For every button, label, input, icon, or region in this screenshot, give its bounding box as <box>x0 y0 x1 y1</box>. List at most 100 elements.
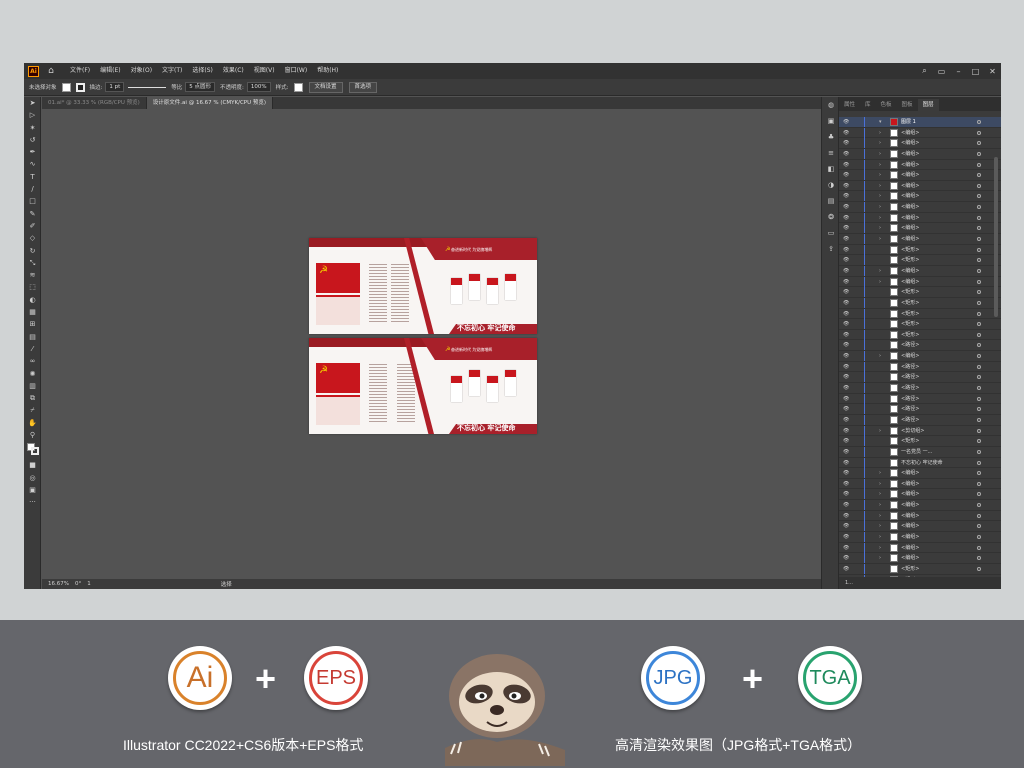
expand-arrow-icon[interactable]: › <box>879 521 881 531</box>
layer-row[interactable]: 👁 › <编组> <box>839 148 1001 160</box>
layers-scrollbar[interactable] <box>994 157 998 317</box>
target-circle-icon[interactable] <box>977 407 981 412</box>
target-circle-icon[interactable] <box>977 247 981 252</box>
layer-name[interactable]: <编组> <box>901 543 919 553</box>
curvature-tool-icon[interactable]: ∿ <box>24 158 41 170</box>
visibility-eye-icon[interactable]: 👁 <box>843 117 849 127</box>
style-swatch[interactable] <box>293 82 303 92</box>
artboard-tool-icon[interactable]: ⧉ <box>24 392 41 404</box>
align-icon[interactable]: ≡ <box>822 145 840 161</box>
menu-window[interactable]: 窗口(W) <box>280 63 313 79</box>
menu-select[interactable]: 选择(S) <box>187 63 218 79</box>
layer-name[interactable]: <矩形> <box>901 436 919 446</box>
shaper-tool-icon[interactable]: ✐ <box>24 220 41 232</box>
visibility-eye-icon[interactable]: 👁 <box>843 415 849 425</box>
layer-row[interactable]: 👁 <路径> <box>839 414 1001 426</box>
layer-name[interactable]: <编组> <box>901 532 919 542</box>
mesh-tool-icon[interactable]: ⊞ <box>24 318 41 330</box>
visibility-eye-icon[interactable]: 👁 <box>843 191 849 201</box>
layer-name[interactable]: <编组> <box>901 479 919 489</box>
artboard-1[interactable]: ☭ 奋进新时代 为党旗增辉 不忘初心 牢记使命 <box>309 238 537 334</box>
expand-arrow-icon[interactable]: › <box>879 426 881 436</box>
target-circle-icon[interactable] <box>977 534 981 539</box>
visibility-eye-icon[interactable]: 👁 <box>843 426 849 436</box>
layer-row[interactable]: 👁 <矩形> <box>839 297 1001 309</box>
visibility-eye-icon[interactable]: 👁 <box>843 266 849 276</box>
layer-name[interactable]: <编组> <box>901 170 919 180</box>
layer-row[interactable]: 👁 一名党员 一... <box>839 446 1001 458</box>
pen-tool-icon[interactable]: ✒ <box>24 146 41 158</box>
target-circle-icon[interactable] <box>977 460 981 465</box>
visibility-eye-icon[interactable]: 👁 <box>843 436 849 446</box>
layer-name[interactable]: <编组> <box>901 500 919 510</box>
target-circle-icon[interactable] <box>977 417 981 422</box>
layer-row[interactable]: 👁 › <编组> <box>839 202 1001 213</box>
expand-arrow-icon[interactable]: › <box>879 532 881 542</box>
target-circle-icon[interactable] <box>977 354 981 359</box>
selection-tool-icon[interactable]: ➤ <box>24 97 41 109</box>
visibility-eye-icon[interactable]: 👁 <box>843 521 849 531</box>
visibility-eye-icon[interactable]: 👁 <box>843 202 849 212</box>
layer-name[interactable]: 一名党员 一... <box>901 447 932 457</box>
visibility-eye-icon[interactable]: 👁 <box>843 128 849 138</box>
artboard-page[interactable]: 1 <box>87 581 91 587</box>
hand-tool-icon[interactable]: ✋ <box>24 417 41 429</box>
color-guide-icon[interactable]: ❂ <box>822 209 840 225</box>
scale-tool-icon[interactable]: ⤡ <box>24 257 41 269</box>
target-circle-icon[interactable] <box>977 503 981 508</box>
lasso-icon[interactable]: ↺ <box>24 134 41 146</box>
layer-row[interactable]: 👁 › <编组> <box>839 212 1001 224</box>
appearance-icon[interactable]: ◍ <box>822 97 840 113</box>
layer-row[interactable]: 👁 <矩形> <box>839 308 1001 320</box>
visibility-eye-icon[interactable]: 👁 <box>843 351 849 361</box>
visibility-eye-icon[interactable]: 👁 <box>843 447 849 457</box>
expand-arrow-icon[interactable]: › <box>879 553 881 563</box>
expand-arrow-icon[interactable]: › <box>879 234 881 244</box>
pathfinder-icon[interactable]: ◧ <box>822 161 840 177</box>
layer-name[interactable]: <路径> <box>901 404 919 414</box>
expand-arrow-icon[interactable]: › <box>879 191 881 201</box>
visibility-eye-icon[interactable]: 👁 <box>843 532 849 542</box>
target-circle-icon[interactable] <box>977 183 981 188</box>
expand-arrow-icon[interactable]: › <box>879 149 881 159</box>
opacity-field[interactable]: 100% <box>246 82 271 92</box>
target-circle-icon[interactable] <box>977 279 981 284</box>
visibility-eye-icon[interactable]: 👁 <box>843 468 849 478</box>
target-circle-icon[interactable] <box>977 492 981 497</box>
layer-row[interactable]: 👁 › <编组> <box>839 265 1001 277</box>
layer-row[interactable]: 👁 › <编组> <box>839 276 1001 288</box>
layer-row[interactable]: 👁 › <编组> <box>839 468 1001 479</box>
layer-name[interactable]: <编组> <box>901 266 919 276</box>
layer-row[interactable]: 👁 <路径> <box>839 372 1001 384</box>
target-circle-icon[interactable] <box>977 481 981 486</box>
stroke-weight-field[interactable]: 1 pt <box>105 82 125 92</box>
layer-row[interactable]: 👁 › <编组> <box>839 234 1001 245</box>
layer-name[interactable]: <编组> <box>901 191 919 201</box>
workspace-icon[interactable]: ▭ <box>933 67 950 76</box>
layer-row[interactable]: 👁 不忘初心 牢记使命 <box>839 457 1001 469</box>
target-circle-icon[interactable] <box>977 386 981 391</box>
layer-name[interactable]: <编组> <box>901 138 919 148</box>
layer-name[interactable]: <编组> <box>901 277 919 287</box>
target-circle-icon[interactable] <box>977 343 981 348</box>
visibility-eye-icon[interactable]: 👁 <box>843 245 849 255</box>
expand-arrow-icon[interactable]: › <box>879 170 881 180</box>
layer-name[interactable]: <编组> <box>901 149 919 159</box>
layer-name[interactable]: <编组> <box>901 553 919 563</box>
menu-view[interactable]: 视图(V) <box>249 63 280 79</box>
target-circle-icon[interactable] <box>977 173 981 178</box>
target-circle-icon[interactable] <box>977 311 981 316</box>
layer-row[interactable]: 👁 <矩形> <box>839 319 1001 330</box>
target-circle-icon[interactable] <box>977 428 981 433</box>
layer-row[interactable]: 👁 › <编组> <box>839 170 1001 181</box>
visibility-eye-icon[interactable]: 👁 <box>843 330 849 340</box>
tab-properties[interactable]: 属性 <box>839 99 860 111</box>
layer-name[interactable]: <编组> <box>901 351 919 361</box>
visibility-eye-icon[interactable]: 👁 <box>843 223 849 233</box>
target-circle-icon[interactable] <box>977 141 981 146</box>
layer-row[interactable]: 👁 <矩形> <box>839 436 1001 447</box>
layer-row[interactable]: 👁 <矩形> <box>839 563 1001 575</box>
layer-row[interactable]: 👁 <矩形> <box>839 244 1001 256</box>
type-tool-icon[interactable]: T <box>24 171 41 183</box>
expand-arrow-icon[interactable]: › <box>879 213 881 223</box>
